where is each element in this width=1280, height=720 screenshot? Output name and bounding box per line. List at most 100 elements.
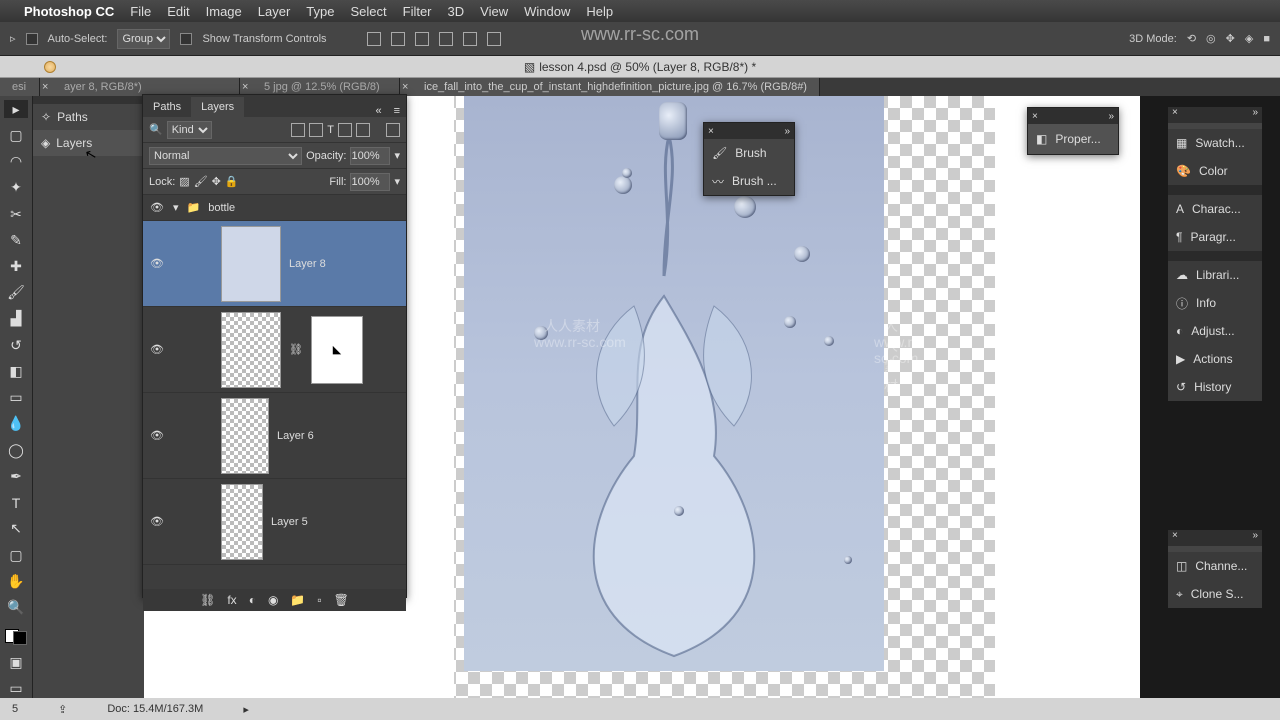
- stamp-tool[interactable]: ▟: [4, 310, 28, 328]
- heal-tool[interactable]: ✚: [4, 257, 28, 275]
- menu-layer[interactable]: Layer: [258, 4, 291, 19]
- layer-item[interactable]: 👁 Layer 5: [143, 479, 406, 565]
- menu-view[interactable]: View: [480, 4, 508, 19]
- fx-icon[interactable]: fx: [227, 593, 236, 607]
- blur-tool[interactable]: 💧: [4, 415, 28, 433]
- layer-item[interactable]: 👁 ⛓ ◣: [143, 307, 406, 393]
- lock-all-icon[interactable]: 🔒: [225, 175, 239, 188]
- delete-icon[interactable]: 🗑: [334, 593, 349, 607]
- new-layer-icon[interactable]: ▫: [317, 593, 321, 607]
- dropdown-icon[interactable]: ▾: [394, 149, 400, 162]
- link-layers-icon[interactable]: ⛓: [200, 593, 215, 607]
- lock-transparency-icon[interactable]: ▨: [179, 175, 189, 188]
- layers-dock-tab[interactable]: ◈ Layers: [33, 130, 144, 156]
- paths-tab[interactable]: Paths: [143, 97, 191, 117]
- menu-type[interactable]: Type: [306, 4, 334, 19]
- layer-mask-thumbnail[interactable]: ◣: [311, 316, 363, 384]
- align-icon[interactable]: [415, 32, 429, 46]
- filter-smart-icon[interactable]: [356, 123, 370, 137]
- properties-item[interactable]: ◧Proper...: [1028, 124, 1118, 154]
- app-name[interactable]: Photoshop CC: [24, 4, 114, 19]
- history-item[interactable]: ↺History: [1168, 373, 1262, 401]
- align-icon[interactable]: [463, 32, 477, 46]
- menu-filter[interactable]: Filter: [403, 4, 432, 19]
- lasso-tool[interactable]: ◠: [4, 152, 28, 170]
- layer-item-selected[interactable]: 👁 Layer 8: [143, 221, 406, 307]
- layer-thumbnail[interactable]: [221, 398, 269, 474]
- brush-item[interactable]: 🖌Brush: [704, 139, 794, 167]
- expand-icon[interactable]: »: [1252, 107, 1258, 123]
- filter-type-icon[interactable]: T: [327, 124, 334, 136]
- visibility-icon[interactable]: 👁: [149, 343, 165, 356]
- close-icon[interactable]: ×: [708, 126, 714, 137]
- layer-name[interactable]: Layer 5: [271, 516, 308, 528]
- filter-shape-icon[interactable]: [338, 123, 352, 137]
- history-brush-tool[interactable]: ↺: [4, 336, 28, 354]
- filter-kind-dropdown[interactable]: Kind: [167, 121, 212, 139]
- doc-tab[interactable]: esi: [0, 78, 40, 96]
- menu-edit[interactable]: Edit: [167, 4, 189, 19]
- shape-tool[interactable]: ▢: [4, 546, 28, 564]
- layer-thumbnail[interactable]: [221, 312, 281, 388]
- eraser-tool[interactable]: ◧: [4, 362, 28, 380]
- actions-item[interactable]: ▶Actions: [1168, 345, 1262, 373]
- tool-preset-icon[interactable]: ▹: [10, 32, 16, 45]
- filter-adjust-icon[interactable]: [309, 123, 323, 137]
- menu-image[interactable]: Image: [206, 4, 242, 19]
- 3d-icon[interactable]: ■: [1263, 33, 1270, 45]
- traffic-light-icon[interactable]: [44, 61, 56, 73]
- zoom-percent[interactable]: 5: [12, 703, 18, 715]
- fill-input[interactable]: [350, 173, 390, 191]
- type-tool[interactable]: T: [4, 494, 28, 512]
- 3d-icon[interactable]: ⟲: [1187, 32, 1196, 45]
- visibility-icon[interactable]: 👁: [149, 429, 165, 442]
- hand-tool[interactable]: ✋: [4, 572, 28, 590]
- brush-tool[interactable]: 🖌: [4, 284, 28, 302]
- color-swatches[interactable]: [5, 629, 27, 646]
- menu-window[interactable]: Window: [524, 4, 570, 19]
- crop-tool[interactable]: ✂: [4, 205, 28, 223]
- lock-image-icon[interactable]: 🖌: [194, 175, 208, 188]
- lock-position-icon[interactable]: ✥: [212, 175, 221, 188]
- visibility-icon[interactable]: 👁: [149, 515, 165, 528]
- link-icon[interactable]: ⛓: [289, 343, 303, 356]
- 3d-icon[interactable]: ◈: [1245, 32, 1253, 45]
- doc-tab-active[interactable]: ×ice_fall_into_the_cup_of_instant_highde…: [400, 78, 820, 96]
- panel-collapse-icon[interactable]: «: [369, 105, 387, 117]
- expand-icon[interactable]: »: [1252, 530, 1258, 546]
- align-icon[interactable]: [439, 32, 453, 46]
- path-select-tool[interactable]: ↖: [4, 520, 28, 538]
- channels-item[interactable]: ◫Channe...: [1168, 552, 1262, 580]
- clone-source-item[interactable]: ⌖Clone S...: [1168, 580, 1262, 608]
- gradient-tool[interactable]: ▭: [4, 389, 28, 407]
- eyedropper-tool[interactable]: ✎: [4, 231, 28, 249]
- screen-mode-tool[interactable]: ▭: [4, 680, 28, 698]
- menu-help[interactable]: Help: [586, 4, 613, 19]
- adjustments-item[interactable]: ◐Adjust...: [1168, 317, 1262, 345]
- color-item[interactable]: 🎨Color: [1168, 157, 1262, 185]
- move-tool[interactable]: ▸: [4, 100, 28, 118]
- swatches-item[interactable]: ▦Swatch...: [1168, 129, 1262, 157]
- disclosure-icon[interactable]: ▾: [173, 201, 179, 214]
- show-transform-checkbox[interactable]: [180, 33, 192, 45]
- panel-menu-icon[interactable]: ≡: [388, 105, 406, 117]
- auto-select-checkbox[interactable]: [26, 33, 38, 45]
- align-icon[interactable]: [391, 32, 405, 46]
- group-name[interactable]: bottle: [208, 202, 235, 214]
- info-item[interactable]: ⓘInfo: [1168, 289, 1262, 317]
- layer-name[interactable]: Layer 6: [277, 430, 314, 442]
- magic-wand-tool[interactable]: ✦: [4, 179, 28, 197]
- auto-select-dropdown[interactable]: Group: [117, 29, 170, 49]
- 3d-icon[interactable]: ◎: [1206, 32, 1216, 45]
- brush-presets-item[interactable]: 〰Brush ...: [704, 167, 794, 195]
- align-icon[interactable]: [367, 32, 381, 46]
- quickmask-tool[interactable]: ▣: [4, 653, 28, 671]
- character-item[interactable]: ACharac...: [1168, 195, 1262, 223]
- dropdown-icon[interactable]: ▾: [394, 175, 400, 188]
- adjustment-icon[interactable]: ◉: [268, 593, 278, 607]
- group-icon[interactable]: 📁: [290, 593, 305, 607]
- opacity-input[interactable]: [350, 147, 390, 165]
- visibility-icon[interactable]: 👁: [149, 201, 165, 214]
- pen-tool[interactable]: ✒: [4, 467, 28, 485]
- layer-name[interactable]: Layer 8: [289, 258, 326, 270]
